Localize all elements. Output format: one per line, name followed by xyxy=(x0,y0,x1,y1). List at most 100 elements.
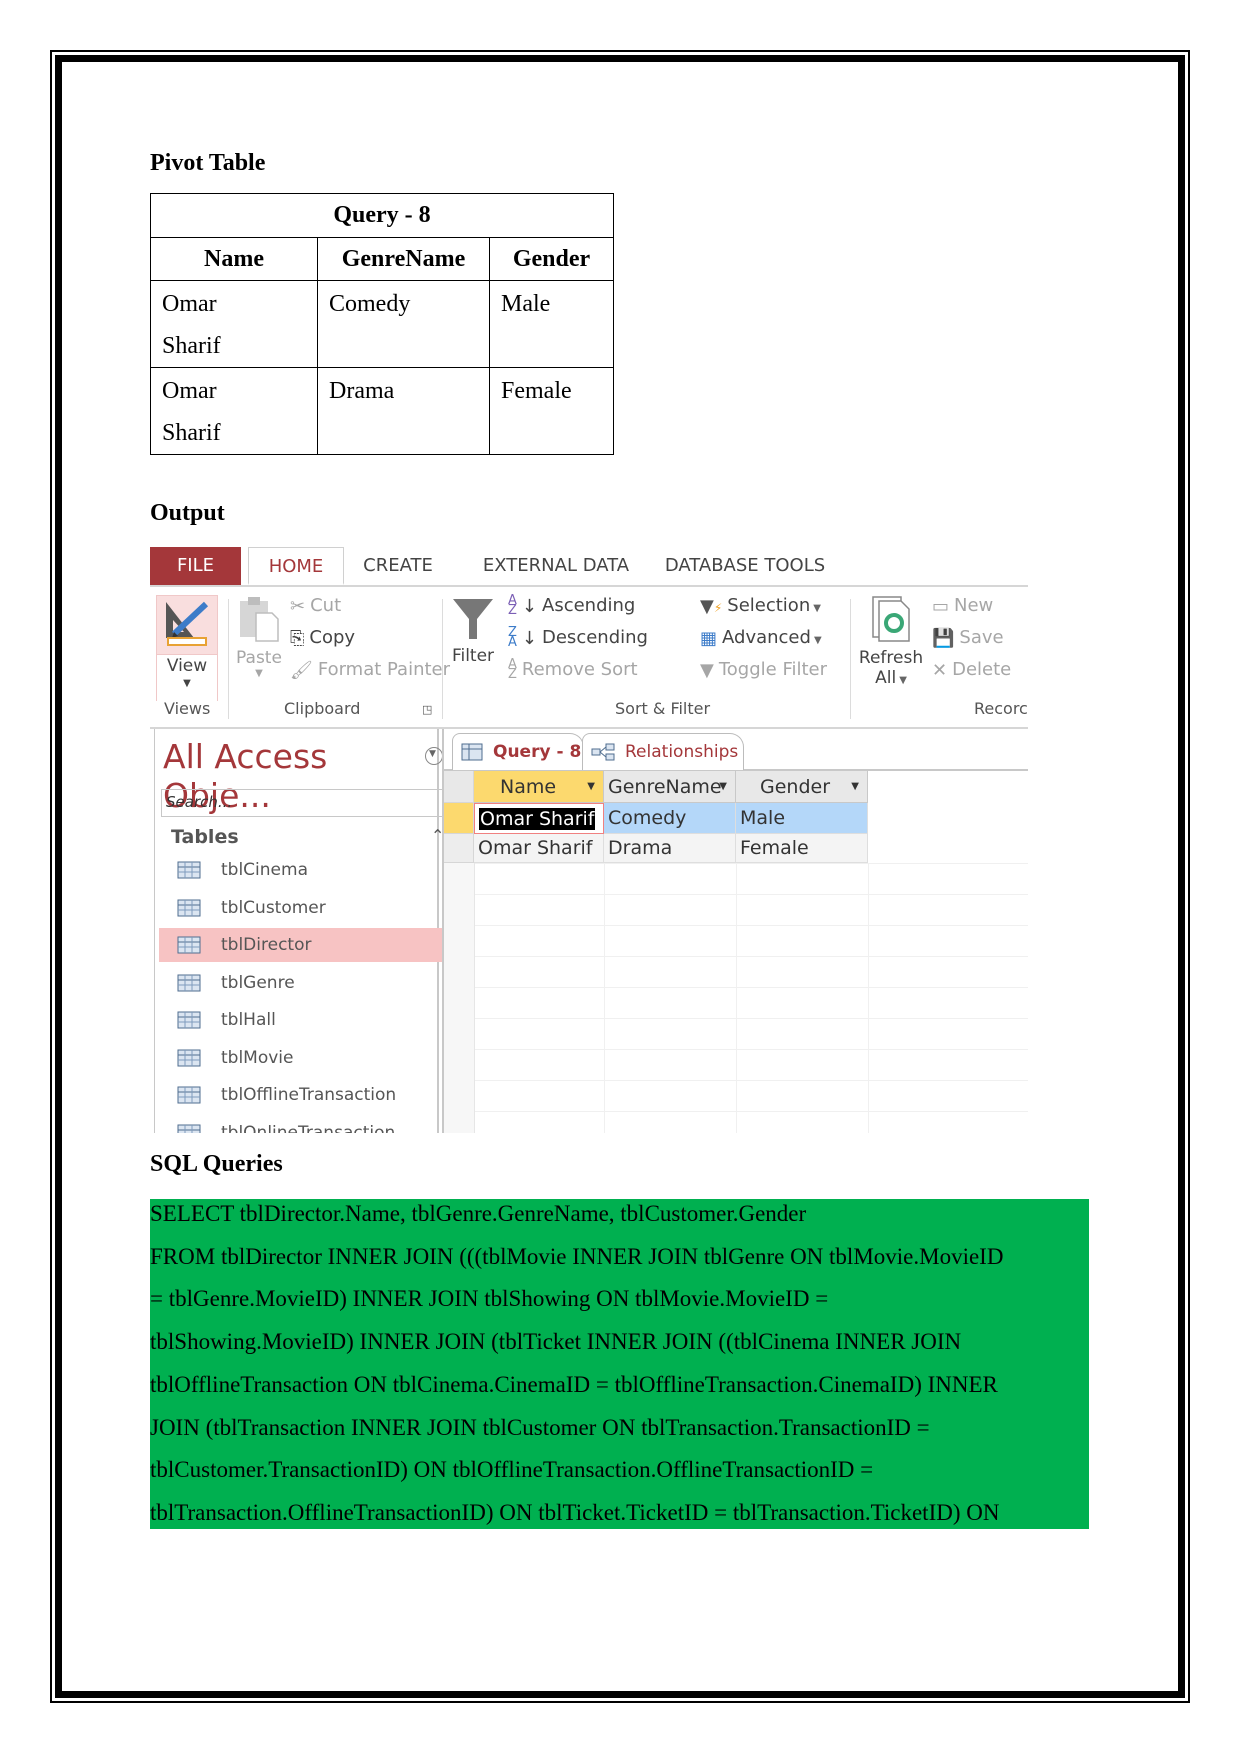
view-button[interactable]: View ▼ xyxy=(156,595,218,701)
pivot-header-gender: Gender xyxy=(489,237,614,281)
save-label: Save xyxy=(959,627,1004,648)
scissors-icon: ✂ xyxy=(290,595,306,617)
dialog-launcher-icon[interactable]: ◳ xyxy=(422,703,432,716)
sql-line: tblOfflineTransaction ON tblCinema.Cinem… xyxy=(150,1371,998,1397)
sql-line: tblTransaction.OfflineTransactionID) ON … xyxy=(150,1499,1000,1525)
table-icon xyxy=(177,1124,201,1133)
nav-pane-menu-icon[interactable]: ▼ xyxy=(425,747,443,765)
nav-item-tbldirector[interactable]: tblDirector xyxy=(159,928,449,962)
advanced-label: Advanced xyxy=(722,627,811,648)
nav-search-input[interactable]: Search... xyxy=(161,789,471,817)
table-icon xyxy=(177,1011,201,1029)
doc-tab-label: Relationships xyxy=(625,742,739,762)
doc-tab-query-8[interactable]: Query - 8 xyxy=(452,733,584,770)
column-header-gender[interactable]: Gender ▼ xyxy=(736,771,868,803)
copy-button[interactable]: ⎘ Copy xyxy=(290,627,355,649)
remove-sort-icon: AZ xyxy=(508,657,517,682)
nav-item-label: tblDirector xyxy=(221,935,312,955)
sql-line: SELECT tblDirector.Name, tblGenre.GenreN… xyxy=(150,1201,807,1226)
pivot-table-heading: Pivot Table xyxy=(150,150,266,176)
pivot-cell-name: Omar Sharif xyxy=(150,367,318,455)
views-group-label: Views xyxy=(164,699,211,718)
ribbon: View ▼ Views Paste ▼ ✂ Cut ⎘ Copy 🖌 Format … xyxy=(150,587,1028,729)
document-tabs: Query - 8 Relationships xyxy=(444,729,1028,771)
cut-button[interactable]: ✂ Cut xyxy=(290,595,341,617)
view-label: View xyxy=(166,656,208,676)
doc-tab-label: Query - 8 xyxy=(493,742,582,762)
pivot-cell-genre: Drama xyxy=(317,367,490,455)
refresh-all-button[interactable]: Refresh All ▼ xyxy=(856,595,926,688)
nav-item-tblgenre[interactable]: tblGenre xyxy=(159,966,449,1000)
column-dropdown-icon[interactable]: ▼ xyxy=(719,771,727,803)
nav-item-label: tblHall xyxy=(221,1010,276,1030)
datasheet-cell[interactable]: Omar Sharif xyxy=(474,803,604,834)
descending-button[interactable]: Z A ↓ Descending xyxy=(508,625,648,650)
remove-sort-button[interactable]: A Z Remove Sort xyxy=(508,657,638,682)
ascending-label: Ascending xyxy=(542,595,636,616)
nav-item-tblcustomer[interactable]: tblCustomer xyxy=(159,891,449,925)
format-painter-label: Format Painter xyxy=(317,659,451,680)
format-painter-button[interactable]: 🖌 Format Painter xyxy=(290,659,450,681)
sort-filter-group-label: Sort & Filter xyxy=(615,699,711,718)
filter-button[interactable]: Filter xyxy=(448,597,498,666)
delete-record-button[interactable]: ✕ Delete xyxy=(932,659,1011,681)
descending-label: Descending xyxy=(542,627,648,648)
paste-icon xyxy=(240,597,279,642)
record-selector-column xyxy=(444,863,475,1133)
paste-button[interactable]: Paste ▼ xyxy=(234,595,284,679)
table-icon xyxy=(177,1086,201,1104)
row-selector[interactable] xyxy=(444,803,474,834)
funnel-icon xyxy=(453,599,493,639)
advanced-button[interactable]: ▦ Advanced ▼ xyxy=(700,627,822,649)
nav-item-tblcinema[interactable]: tblCinema xyxy=(159,853,449,887)
sort-descending-icon: ZA xyxy=(508,625,517,650)
datasheet-cell[interactable]: Male xyxy=(736,803,868,834)
advanced-filter-icon: ▦ xyxy=(700,627,718,649)
nav-item-tblonlinetransaction[interactable]: tblOnlineTransaction xyxy=(159,1116,449,1134)
pivot-row: Omar Sharif Drama Female xyxy=(150,367,614,455)
column-header-genrename[interactable]: GenreName ▼ xyxy=(604,771,736,803)
column-header-label: Gender xyxy=(760,776,831,798)
grid-line xyxy=(868,863,869,1133)
tab-external-data[interactable]: EXTERNAL DATA xyxy=(476,547,636,585)
design-view-icon xyxy=(166,601,209,646)
column-dropdown-icon[interactable]: ▼ xyxy=(851,771,859,803)
nav-item-label: tblOfflineTransaction xyxy=(221,1085,397,1105)
datasheet-cell[interactable]: Drama xyxy=(604,834,736,863)
selection-button[interactable]: ▼⚡ Selection ▼ xyxy=(700,595,821,617)
datasheet-cell[interactable]: Comedy xyxy=(604,803,736,834)
navigation-pane: All Access Obje... ▼ « Search... Tables … xyxy=(154,729,473,1133)
nav-item-label: tblCustomer xyxy=(221,897,326,918)
select-all-corner[interactable] xyxy=(444,771,474,803)
tab-file[interactable]: FILE xyxy=(150,547,241,585)
save-record-button[interactable]: 💾 Save xyxy=(932,627,1004,649)
nav-item-label: tblMovie xyxy=(221,1047,294,1068)
row-selector[interactable] xyxy=(444,834,474,863)
new-record-button[interactable]: ▭ New xyxy=(932,595,993,617)
ascending-button[interactable]: A Z ↓ Ascending xyxy=(508,593,636,618)
column-header-label: GenreName xyxy=(608,776,722,798)
group-separator xyxy=(442,599,443,719)
sql-line: JOIN (tblTransaction INNER JOIN tblCusto… xyxy=(150,1414,930,1440)
column-header-name[interactable]: Name ▼ xyxy=(474,771,604,803)
pivot-row: Omar Sharif Comedy Male xyxy=(150,280,614,368)
nav-item-tblmovie[interactable]: tblMovie xyxy=(159,1041,449,1075)
datasheet-cell[interactable]: Female xyxy=(736,834,868,863)
doc-tab-relationships[interactable]: Relationships xyxy=(582,733,744,770)
new-label: New xyxy=(954,595,994,616)
paste-label: Paste xyxy=(236,648,282,668)
nav-item-tblofflinetransaction[interactable]: tblOfflineTransaction xyxy=(159,1078,449,1112)
name-line: Omar xyxy=(162,378,217,404)
tab-database-tools[interactable]: DATABASE TOOLS xyxy=(660,547,830,585)
sort-ascending-icon: AZ xyxy=(508,593,517,618)
nav-item-label: tblOnlineTransaction xyxy=(221,1122,396,1134)
tab-home[interactable]: HOME xyxy=(248,547,344,585)
query-icon xyxy=(461,734,483,770)
tab-create[interactable]: CREATE xyxy=(356,547,440,585)
column-dropdown-icon[interactable]: ▼ xyxy=(587,771,595,803)
datasheet-cell[interactable]: Omar Sharif xyxy=(474,834,604,863)
tables-section-header[interactable]: Tables xyxy=(171,826,239,848)
nav-item-tblhall[interactable]: tblHall xyxy=(159,1003,449,1037)
toggle-filter-button[interactable]: ▼ Toggle Filter xyxy=(700,659,827,681)
table-icon xyxy=(177,936,201,954)
